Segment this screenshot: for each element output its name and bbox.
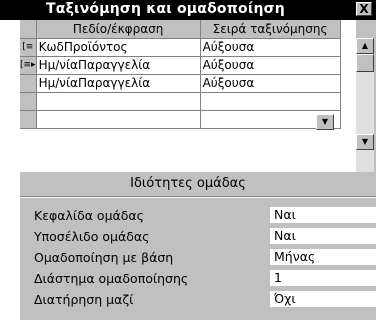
prop-value-group-on[interactable]: Μήνας [270,249,376,266]
chevron-down-icon[interactable]: ▼ [316,114,334,130]
group-properties-title: Ιδιότητες ομάδας [130,176,246,191]
field-cell[interactable]: Ημ/νίαΠαραγγελία [36,74,201,93]
window-title: Ταξινόμηση και ομαδοποίηση [46,1,285,17]
order-cell[interactable]: Αύξουσα [200,74,341,93]
column-header-order[interactable]: Σειρά ταξινόμησης [200,20,341,39]
vertical-scrollbar[interactable]: ▲ ▼ [356,38,374,172]
table-row[interactable] [20,110,341,129]
field-cell[interactable] [36,92,201,111]
left-margin [0,20,20,320]
scroll-thumb[interactable] [356,54,374,72]
prop-label-group-header: Κεφαλίδα ομάδας [34,208,144,223]
row-selector[interactable]: [≡ [20,38,37,57]
prop-value-keep-together[interactable]: Όχι [270,291,376,308]
order-cell[interactable]: Αύξουσα [200,56,341,75]
title-bar[interactable]: Ταξινόμηση και ομαδοποίηση X [0,0,376,20]
header-corner [20,20,37,39]
arrow-up-icon[interactable]: ▲ [356,38,374,54]
prop-value-group-interval[interactable]: 1 [270,270,376,287]
table-row[interactable]: Ημ/νίαΠαραγγελία Αύξουσα [20,74,341,93]
sort-grid: Πεδίο/έκφραση Σειρά ταξινόμησης [≡ ΚωδΠρ… [20,20,356,172]
prop-value-group-header[interactable]: Ναι [270,207,376,224]
field-cell[interactable] [36,110,201,129]
sorting-grouping-dialog: Ταξινόμηση και ομαδοποίηση X Πεδίο/έκφρα… [0,0,376,320]
table-row[interactable] [20,92,341,111]
row-selector[interactable] [20,74,37,93]
prop-label-keep-together: Διατήρηση μαζί [34,292,134,307]
table-row[interactable]: [≡▸ Ημ/νίαΠαραγγελία Αύξουσα [20,56,341,75]
section-divider [20,196,376,198]
arrow-down-icon[interactable]: ▼ [356,134,374,150]
close-button[interactable]: X [356,2,372,16]
field-cell[interactable]: Ημ/νίαΠαραγγελία [36,56,201,75]
row-selector[interactable]: [≡▸ [20,56,37,75]
grid-header-row: Πεδίο/έκφραση Σειρά ταξινόμησης [20,20,341,39]
column-header-field[interactable]: Πεδίο/έκφραση [36,20,201,39]
prop-label-group-footer: Υποσέλιδο ομάδας [34,229,150,244]
prop-label-group-interval: Διάστημα ομαδοποίησης [34,271,189,286]
order-cell[interactable]: Αύξουσα [200,38,341,57]
row-selector[interactable] [20,92,37,111]
order-cell[interactable] [200,92,341,111]
field-cell[interactable]: ΚωδΠροϊόντος [36,38,201,57]
prop-label-group-on: Ομαδοποίηση με βάση [34,250,174,265]
table-row[interactable]: [≡ ΚωδΠροϊόντος Αύξουσα [20,38,341,57]
row-selector[interactable] [20,110,37,129]
prop-value-group-footer[interactable]: Ναι [270,228,376,245]
